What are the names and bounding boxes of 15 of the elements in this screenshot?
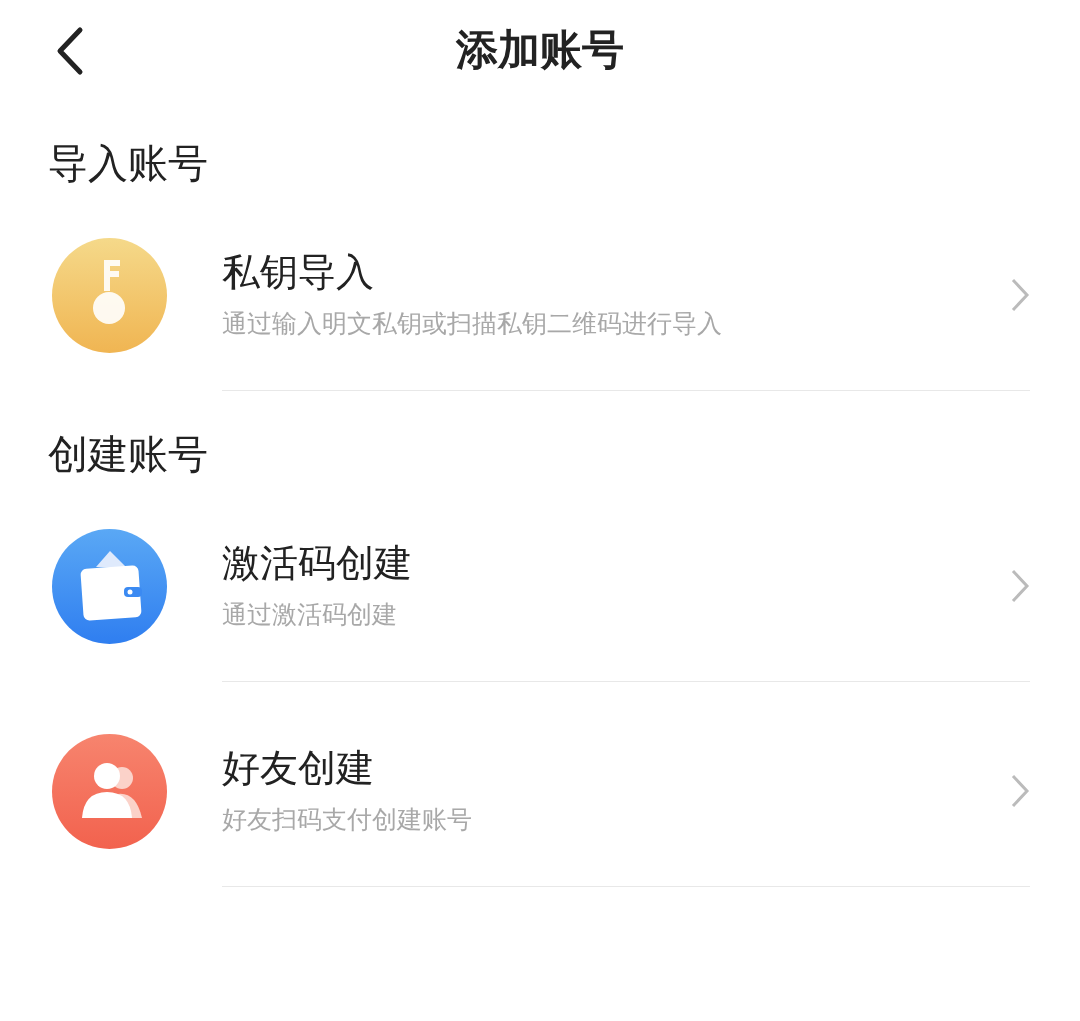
chevron-icon: [1010, 773, 1030, 809]
people-icon: [52, 734, 167, 849]
section-title: 导入账号: [48, 140, 208, 186]
item-description: 好友扫码支付创建账号: [222, 804, 473, 836]
chevron-icon: [1010, 277, 1030, 313]
item-title: 激活码创建: [222, 540, 413, 587]
key-icon: [52, 238, 167, 353]
item-title: 私钥导入: [222, 249, 375, 296]
wallet-icon: [52, 529, 167, 644]
section-title: 创建账号: [48, 431, 208, 477]
page-title: 添加账号: [456, 24, 624, 76]
item-title: 好友创建: [222, 745, 375, 792]
item-description: 通过输入明文私钥或扫描私钥二维码进行导入: [222, 308, 723, 340]
chevron-icon: [1010, 568, 1030, 604]
item-description: 通过激活码创建: [222, 599, 398, 631]
